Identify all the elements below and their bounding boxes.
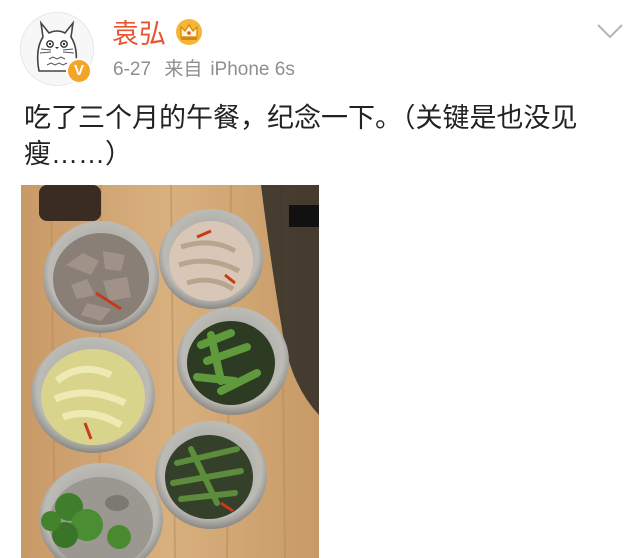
post-text: 吃了三个月的午餐，纪念一下。（关键是也没见瘦……） (24, 103, 578, 169)
verified-badge: V (66, 58, 92, 84)
post-meta: 6-27 来自 iPhone 6s (113, 58, 303, 82)
post-date[interactable]: 6-27 (113, 59, 151, 80)
crown-icon[interactable] (174, 18, 204, 46)
username[interactable]: 袁弘 (112, 18, 166, 50)
post-photo[interactable] (21, 185, 319, 558)
chevron-down-icon[interactable] (596, 22, 624, 40)
source-device[interactable]: iPhone 6s (210, 59, 295, 80)
source-prefix: 来自 (164, 59, 203, 80)
lunch-boxes-image (21, 185, 319, 558)
